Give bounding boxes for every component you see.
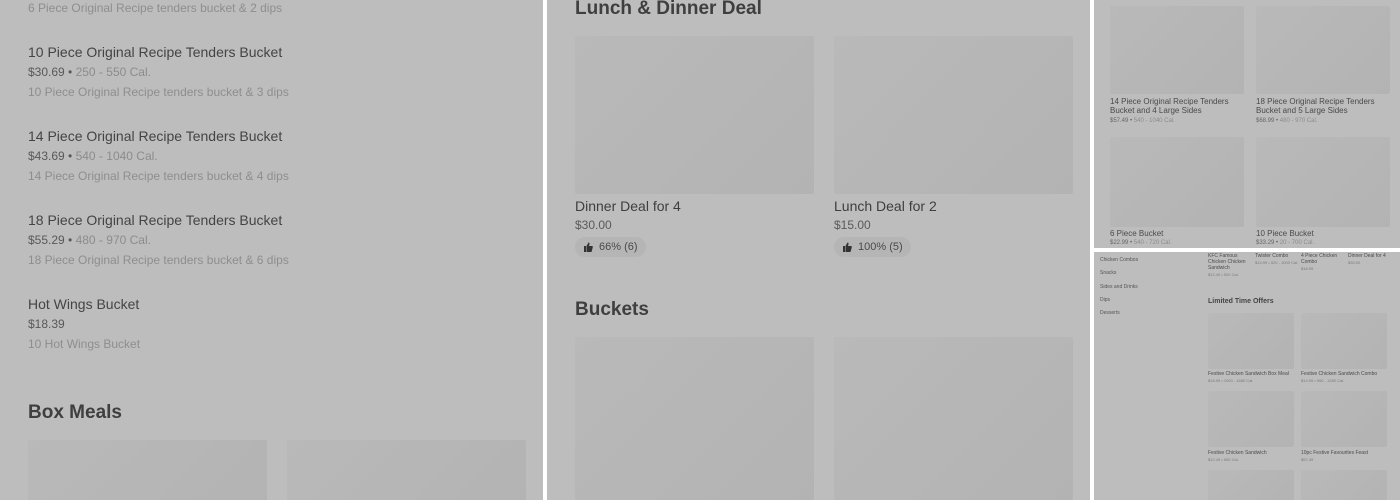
item-name: 10 Piece Original Recipe Tenders Bucket <box>28 44 283 60</box>
item-name[interactable]: Festive Chicken Sandwich <box>1208 450 1267 456</box>
item-name: Hot Wings Bucket <box>28 296 140 312</box>
item-calories: 540 - 1040 Cal. <box>1133 118 1175 124</box>
card-price: $30.00 <box>575 218 612 232</box>
separator: • <box>64 149 76 163</box>
item-meta: $57.49 <box>1301 457 1314 462</box>
card-image[interactable] <box>834 36 1073 194</box>
item-image[interactable] <box>28 440 267 500</box>
item-meta: $30.69 • 250 - 550 Cal. <box>28 65 508 80</box>
item-description: 18 Piece Original Recipe tenders bucket … <box>28 253 289 267</box>
item-name: 14 Piece Original Recipe Tenders Bucket <box>28 128 283 144</box>
item-calories: 20 - 700 Cal. <box>1279 240 1315 246</box>
item-calories: 540 - 1040 Cal. <box>75 149 158 163</box>
sidebar-item-chicken-combos[interactable]: Chicken Combos <box>1100 257 1138 263</box>
item-meta: $43.69 • 540 - 1040 Cal. <box>28 149 508 164</box>
card-name[interactable]: Dinner Deal for 4 <box>575 198 681 214</box>
item-meta: $12.49 • 520 Cal. <box>1208 272 1239 277</box>
item-price: $22.99 <box>1110 240 1129 246</box>
item-meta: $30.00 <box>1348 260 1361 265</box>
item-price: $43.69 <box>28 149 65 163</box>
section-title: Buckets <box>575 299 649 320</box>
item-calories: 540 - 720 Cal. <box>1133 240 1172 246</box>
sidebar-item-sides-drinks[interactable]: Sides and Drinks <box>1100 284 1138 290</box>
section-title: Limited Time Offers <box>1208 298 1274 305</box>
item-meta: $14.99 • 960 - 1280 Cal. <box>1301 378 1345 383</box>
item-name[interactable]: 10 Piece Bucket <box>1256 229 1394 238</box>
separator: • <box>64 65 76 79</box>
item-meta: $18.99 <box>1301 266 1314 271</box>
item-meta: $22.99 • 540 - 720 Cal. <box>1110 240 1172 246</box>
item-name[interactable]: 10pc Festive Favourites Feast <box>1301 450 1368 456</box>
item-image[interactable] <box>1208 470 1294 500</box>
item-description: 10 Piece Original Recipe tenders bucket … <box>28 85 289 99</box>
item-name[interactable]: Festive Chicken Sandwich Box Meal <box>1208 371 1289 377</box>
card-price: $15.00 <box>834 218 871 232</box>
item-description: 10 Hot Wings Bucket <box>28 337 141 351</box>
item-meta: $14.99 • 520 - 1000 Cal. <box>1255 260 1299 265</box>
menu-item[interactable]: 10 Piece Original Recipe Tenders Bucket … <box>28 43 508 100</box>
rating-value: 66% (6) <box>599 241 638 253</box>
item-name[interactable]: 14 Piece Original Recipe Tenders Bucket … <box>1110 97 1248 115</box>
rating-badge: 66% (6) <box>575 237 646 257</box>
item-meta: $33.29 • 20 - 700 Cal. <box>1256 240 1314 246</box>
item-image[interactable] <box>287 440 526 500</box>
item-image[interactable] <box>1301 470 1387 500</box>
section-title: Box Meals <box>28 402 122 423</box>
item-name: 18 Piece Original Recipe Tenders Bucket <box>28 212 283 228</box>
item-image[interactable] <box>1208 313 1294 369</box>
item-meta: $18.39 <box>28 317 508 332</box>
item-meta: $12.49 • 650 Cal. <box>1208 457 1239 462</box>
item-meta: $55.29 • 480 - 970 Cal. <box>28 233 508 248</box>
thumbs-up-icon <box>584 242 593 252</box>
card-image[interactable] <box>834 337 1073 500</box>
item-price: $30.69 <box>28 65 65 79</box>
item-name[interactable]: Festive Chicken Sandwich Combo <box>1301 371 1377 377</box>
item-description: 14 Piece Original Recipe tenders bucket … <box>28 169 289 183</box>
buckets-grid-panel: 14 Piece Original Recipe Tenders Bucket … <box>1094 0 1400 248</box>
rating-badge: 100% (5) <box>834 237 911 257</box>
item-price: $55.29 <box>28 233 65 247</box>
thumbs-up-icon <box>843 242 852 252</box>
item-image[interactable] <box>1256 6 1390 94</box>
rating-value: 100% (5) <box>858 241 903 253</box>
item-image[interactable] <box>1110 137 1244 227</box>
card-image[interactable] <box>575 36 814 194</box>
sidebar-item-dips[interactable]: Dips <box>1100 297 1110 303</box>
item-image[interactable] <box>1301 391 1387 447</box>
item-name[interactable]: Twister Combo <box>1255 253 1299 259</box>
section-title: Lunch & Dinner Deal <box>575 0 762 19</box>
item-price: $33.29 <box>1256 240 1275 246</box>
item-name[interactable]: 6 Piece Bucket <box>1110 229 1248 238</box>
item-meta: $57.49 • 540 - 1040 Cal. <box>1110 118 1175 124</box>
menu-item[interactable]: 14 Piece Original Recipe Tenders Bucket … <box>28 127 508 184</box>
separator: • <box>64 233 76 247</box>
menu-item[interactable]: 18 Piece Original Recipe Tenders Bucket … <box>28 211 508 268</box>
item-calories: 480 - 970 Cal. <box>1279 118 1318 124</box>
card-name[interactable]: Lunch Deal for 2 <box>834 198 937 214</box>
item-name[interactable]: 18 Piece Original Recipe Tenders Bucket … <box>1256 97 1394 115</box>
deals-panel: Lunch & Dinner Deal Dinner Deal for 4 $3… <box>547 0 1090 500</box>
item-name[interactable]: Dinner Deal for 4 <box>1348 253 1394 259</box>
sidebar-item-snacks[interactable]: Snacks <box>1100 270 1116 276</box>
item-price: $68.99 <box>1256 118 1275 124</box>
item-image[interactable] <box>1301 313 1387 369</box>
item-calories: 480 - 970 Cal. <box>75 233 151 247</box>
item-description: 6 Piece Original Recipe tenders bucket &… <box>28 1 283 15</box>
item-price: $18.39 <box>28 317 65 331</box>
item-name[interactable]: 4 Piece Chicken Combo <box>1301 253 1341 265</box>
item-meta: $18.99 • 1000 - 1680 Cal. <box>1208 378 1254 383</box>
item-image[interactable] <box>1208 391 1294 447</box>
menu-list-panel: 6 Piece Original Recipe tenders bucket &… <box>0 0 543 500</box>
item-price: $57.49 <box>1110 118 1129 124</box>
card-image[interactable] <box>575 337 814 500</box>
item-image[interactable] <box>1256 137 1390 227</box>
sidebar-item-desserts[interactable]: Desserts <box>1100 310 1120 316</box>
item-calories: 250 - 550 Cal. <box>75 65 151 79</box>
category-overview-panel: Chicken Combos Snacks Sides and Drinks D… <box>1094 252 1400 500</box>
item-name[interactable]: KFC Famous Chicken Chicken Sandwich <box>1208 253 1252 271</box>
item-image[interactable] <box>1110 6 1244 94</box>
item-meta: $68.99 • 480 - 970 Cal. <box>1256 118 1318 124</box>
menu-item[interactable]: Hot Wings Bucket $18.39 10 Hot Wings Buc… <box>28 295 508 352</box>
